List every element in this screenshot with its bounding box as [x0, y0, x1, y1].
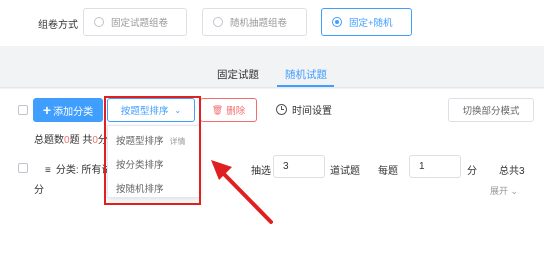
option-fixed-plus-random[interactable]: 固定+随机 [321, 8, 412, 36]
option-random-questions-label: 随机抽题组卷 [230, 18, 288, 29]
draw-count-input[interactable]: 3 [273, 155, 325, 178]
random-questions-panel: + 添加分类 按题型排序 ⌄ 🗑 删除 时间设置 切换部分模式 总题数0题 共0… [0, 89, 544, 253]
annotation-highlight-box [104, 96, 201, 205]
question-tabs: 固定试题 随机试题 [0, 58, 544, 88]
chevron-down-icon: ⌄ [510, 186, 519, 196]
section-gap [0, 46, 544, 58]
draw-label: 抽选 [251, 166, 271, 177]
radio-icon[interactable] [94, 17, 104, 27]
select-all-checkbox[interactable] [18, 105, 28, 115]
trash-icon: 🗑 [211, 104, 224, 115]
total-score-unit: 分 [34, 185, 44, 196]
active-tab-indicator [277, 85, 334, 87]
time-settings-label: 时间设置 [292, 106, 332, 117]
expand-toggle[interactable]: 展开 ⌄ [490, 184, 518, 197]
radio-selected-icon[interactable] [332, 17, 342, 27]
total-score: 总共3 [499, 166, 525, 177]
option-fixed-plus-random-label: 固定+随机 [349, 18, 393, 29]
list-icon: ≡ [45, 165, 51, 176]
compose-mode-section: 组卷方式 固定试题组卷 随机抽题组卷 固定+随机 [0, 0, 544, 46]
add-category-label: 添加分类 [53, 106, 94, 118]
option-fixed-questions[interactable]: 固定试题组卷 [83, 8, 187, 36]
add-category-button[interactable]: + 添加分类 [33, 98, 103, 122]
plus-icon: + [42, 102, 52, 118]
time-settings-link[interactable]: 时间设置 [276, 102, 332, 117]
per-question-label: 每题 [378, 166, 398, 177]
questions-label: 道试题 [330, 166, 360, 177]
category-checkbox[interactable] [18, 163, 28, 173]
radio-icon[interactable] [213, 17, 223, 27]
summary-text: 总题数0题 共0分 [34, 131, 108, 146]
draw-count-value: 3 [283, 161, 289, 172]
switch-mode-button[interactable]: 切换部分模式 [448, 98, 534, 122]
delete-label: 删除 [226, 106, 246, 117]
category-label: ≡ 分类: 所有试 [45, 161, 111, 176]
summary-prefix: 总题数 [34, 135, 64, 146]
tab-random-questions[interactable]: 随机试题 [285, 67, 327, 82]
expand-label: 展开 [490, 186, 509, 196]
delete-button[interactable]: 🗑 删除 [200, 98, 257, 122]
score-unit: 分 [467, 166, 477, 177]
compose-mode-label: 组卷方式 [38, 20, 78, 31]
per-question-score-value: 1 [419, 161, 425, 172]
clock-icon [276, 104, 287, 115]
category-row: ≡ 分类: 所有试 抽选 3 道试题 每题 1 分 总共3 分 展开 ⌄ [0, 155, 544, 197]
per-question-score-input[interactable]: 1 [409, 155, 461, 178]
option-fixed-questions-label: 固定试题组卷 [111, 18, 169, 29]
option-random-questions[interactable]: 随机抽题组卷 [202, 8, 307, 36]
switch-mode-label: 切换部分模式 [462, 106, 520, 117]
tab-fixed-questions[interactable]: 固定试题 [217, 67, 259, 82]
summary-mid: 题 共 [69, 135, 93, 146]
